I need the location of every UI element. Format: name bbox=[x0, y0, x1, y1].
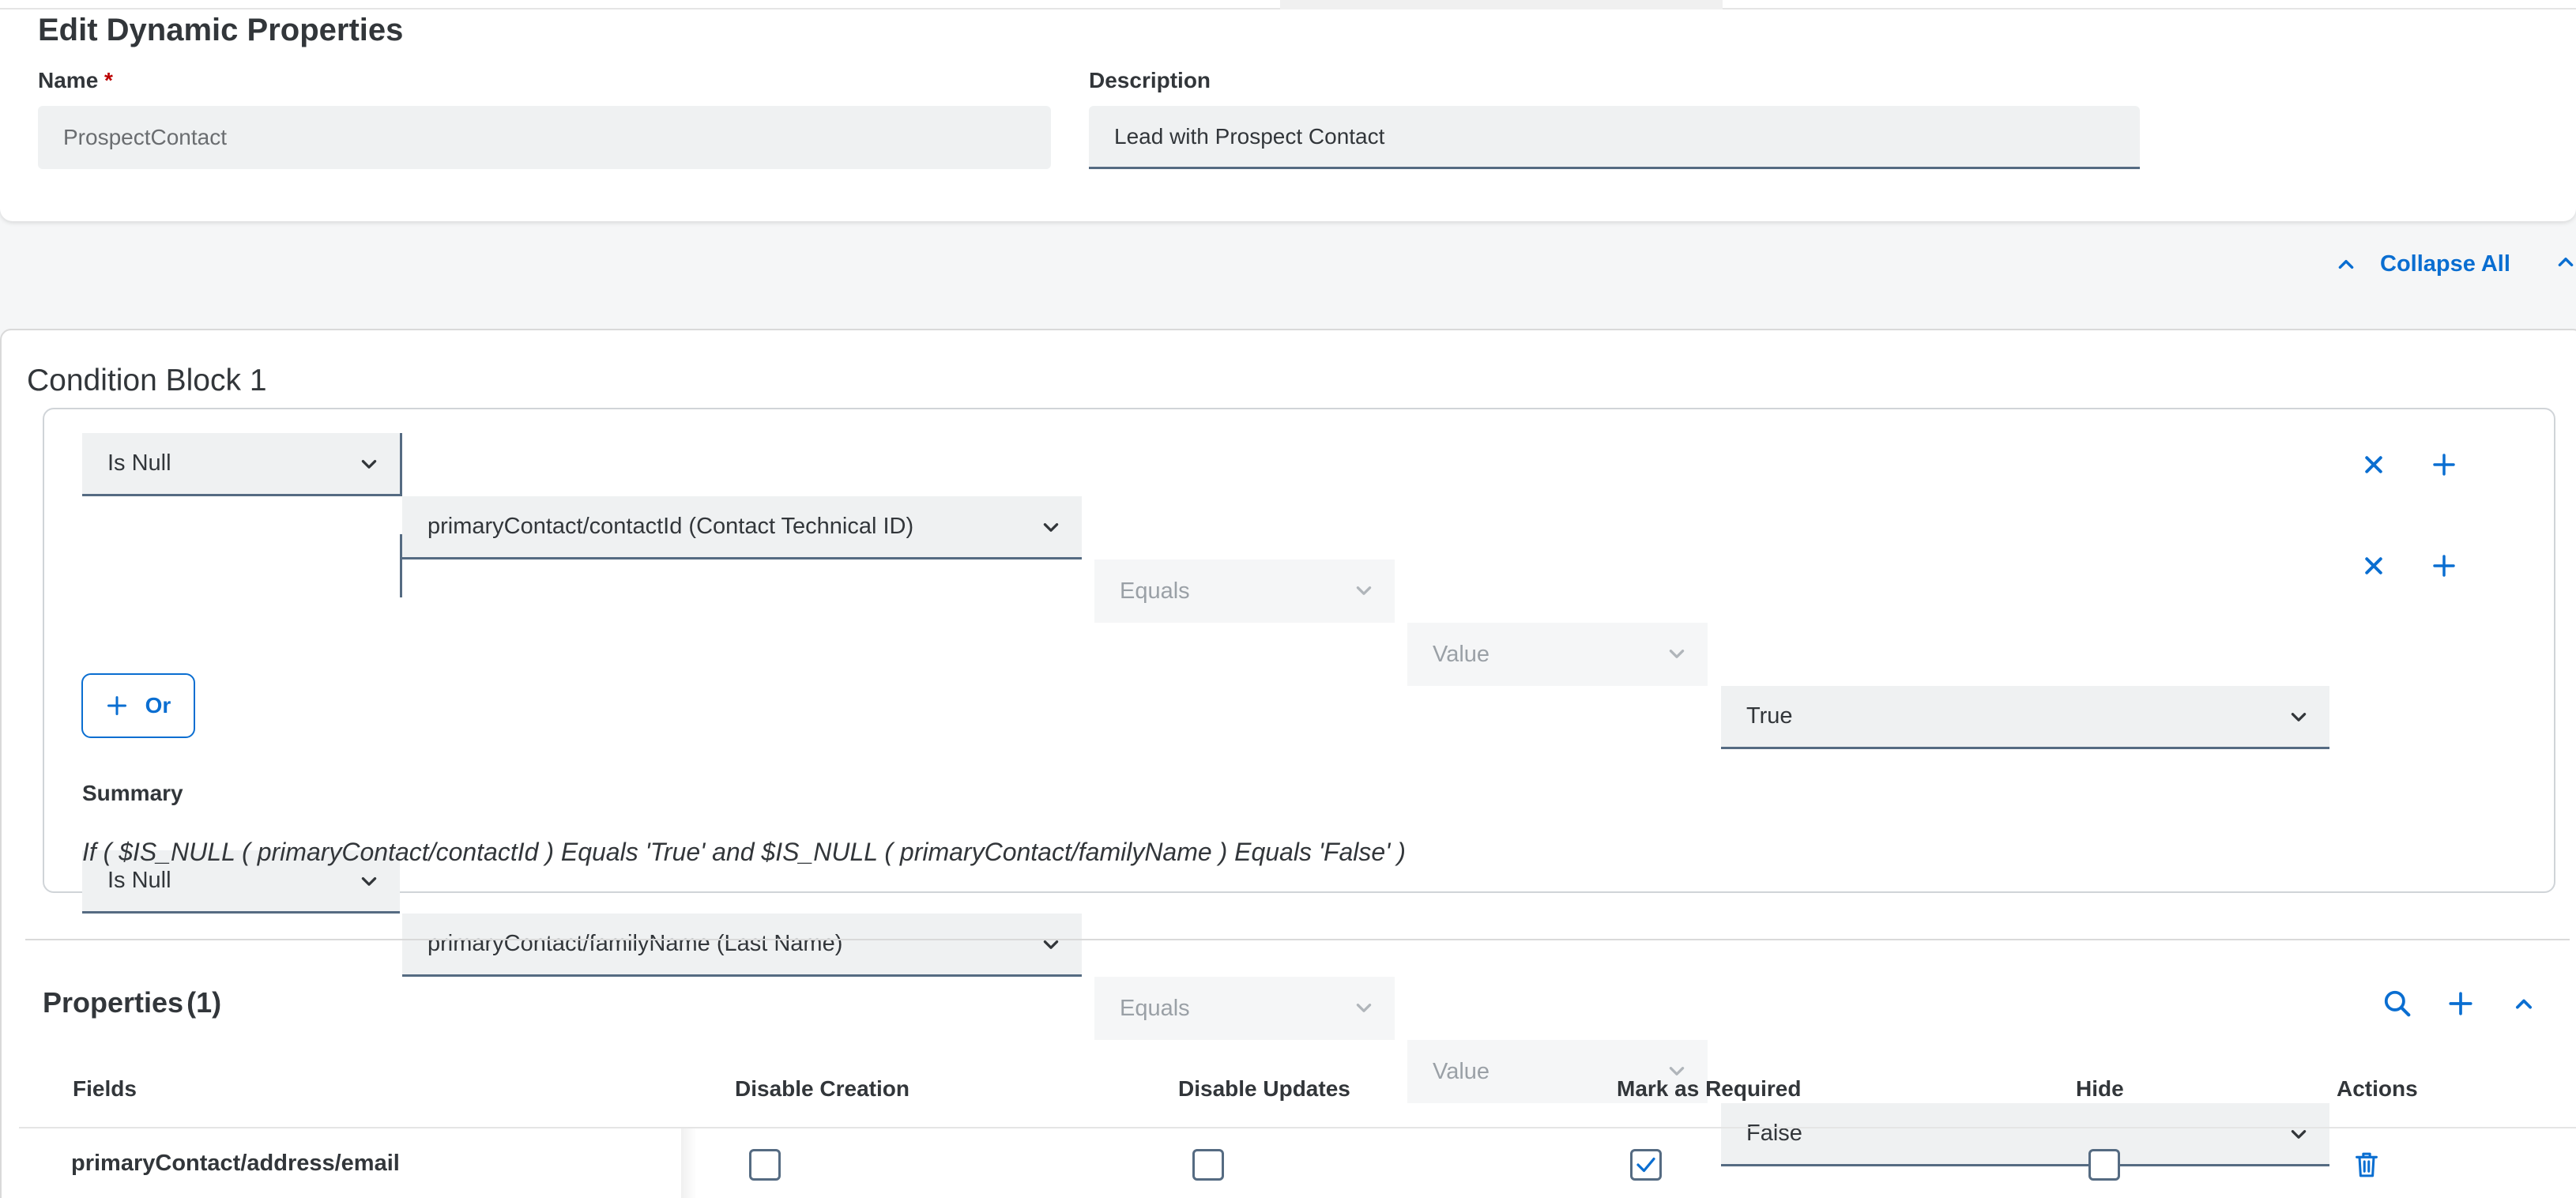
column-header-fields: Fields bbox=[73, 1076, 137, 1101]
name-field[interactable]: ProspectContact bbox=[38, 106, 1051, 169]
add-condition-button[interactable] bbox=[2425, 547, 2463, 585]
collapse-all-label: Collapse All bbox=[2380, 251, 2510, 277]
operator-select: Equals bbox=[1094, 559, 1395, 623]
chevron-down-icon bbox=[1356, 586, 1372, 595]
trash-icon bbox=[2356, 1152, 2378, 1177]
column-header-disable-creation: Disable Creation bbox=[735, 1076, 910, 1101]
chevron-down-icon bbox=[361, 877, 377, 886]
summary-text: If ( $IS_NULL ( primaryContact/contactId… bbox=[82, 838, 1406, 866]
operator-select-value: Equals bbox=[1120, 995, 1190, 1021]
disable-updates-checkbox[interactable] bbox=[1192, 1149, 1224, 1181]
chevron-up-icon bbox=[2515, 999, 2533, 1009]
section-divider bbox=[25, 939, 2570, 940]
add-or-button[interactable]: Or bbox=[81, 673, 195, 738]
plus-icon bbox=[2449, 992, 2472, 1015]
or-button-label: Or bbox=[145, 693, 171, 718]
plus-icon bbox=[2433, 555, 2455, 577]
chevron-down-icon bbox=[2291, 713, 2307, 721]
chevron-down-icon bbox=[1043, 940, 1059, 949]
field-select-value: primaryContact/familyName (Last Name) bbox=[427, 931, 843, 956]
condition-block bbox=[43, 408, 2555, 893]
condition-block-title: Condition Block 1 bbox=[27, 364, 267, 397]
select-divider bbox=[400, 433, 402, 496]
select-divider bbox=[400, 534, 402, 597]
column-header-hide: Hide bbox=[2076, 1076, 2124, 1101]
value-type-select-value: Value bbox=[1433, 1058, 1490, 1084]
mark-as-required-checkbox[interactable] bbox=[1630, 1149, 1662, 1181]
collapse-properties-button[interactable] bbox=[2505, 985, 2543, 1023]
table-row-field: primaryContact/address/email bbox=[71, 1151, 400, 1176]
add-property-button[interactable] bbox=[2442, 985, 2480, 1023]
operator-select-value: Equals bbox=[1120, 578, 1190, 604]
chevron-up-icon[interactable] bbox=[2555, 251, 2576, 272]
chevron-down-icon bbox=[361, 460, 377, 469]
chevron-down-icon bbox=[1043, 523, 1059, 532]
add-condition-button[interactable] bbox=[2425, 446, 2463, 484]
properties-title: Properties (1) bbox=[43, 986, 221, 1019]
function-select-value: Is Null bbox=[107, 450, 171, 476]
field-select[interactable]: primaryContact/familyName (Last Name) bbox=[402, 914, 1082, 977]
properties-title-text: Properties bbox=[43, 986, 184, 1019]
value-type-select: Value bbox=[1407, 623, 1708, 686]
search-properties-button[interactable] bbox=[2378, 985, 2416, 1023]
description-field[interactable]: Lead with Prospect Contact bbox=[1089, 106, 2140, 169]
name-label-text: Name bbox=[38, 68, 99, 92]
function-select-value: Is Null bbox=[107, 868, 171, 893]
field-select-value: primaryContact/contactId (Contact Techni… bbox=[427, 514, 914, 539]
properties-count: (1) bbox=[186, 986, 222, 1019]
chevron-down-icon bbox=[1356, 1004, 1372, 1012]
chevron-down-icon bbox=[1669, 650, 1685, 658]
search-icon bbox=[2384, 990, 2411, 1017]
remove-condition-button[interactable] bbox=[2355, 446, 2393, 484]
collapse-all-button[interactable]: Collapse All bbox=[2336, 248, 2510, 280]
tab-active[interactable] bbox=[1280, 0, 1723, 9]
page-title: Edit Dynamic Properties bbox=[38, 13, 404, 47]
column-header-disable-updates: Disable Updates bbox=[1178, 1076, 1350, 1101]
disable-creation-checkbox[interactable] bbox=[749, 1149, 781, 1181]
value-type-select-value: Value bbox=[1433, 641, 1490, 667]
chevron-up-icon bbox=[2338, 260, 2354, 269]
remove-condition-button[interactable] bbox=[2355, 547, 2393, 585]
column-header-mark-as-required: Mark as Required bbox=[1617, 1076, 1802, 1101]
plus-icon bbox=[107, 695, 126, 716]
column-header-actions: Actions bbox=[2337, 1076, 2418, 1101]
description-label: Description bbox=[1089, 68, 1211, 92]
field-select[interactable]: primaryContact/contactId (Contact Techni… bbox=[402, 496, 1082, 559]
operator-select: Equals bbox=[1094, 977, 1395, 1040]
close-icon bbox=[2365, 456, 2382, 473]
value-select-value: True bbox=[1746, 703, 1793, 729]
checkmark-icon bbox=[1636, 1157, 1655, 1173]
function-select[interactable]: Is Null bbox=[82, 433, 400, 496]
close-icon bbox=[2365, 557, 2382, 575]
summary-label: Summary bbox=[82, 781, 183, 805]
table-row-scroll-shadow bbox=[681, 1128, 2285, 1198]
value-select[interactable]: True bbox=[1721, 686, 2329, 749]
delete-row-button[interactable] bbox=[2348, 1146, 2386, 1184]
hide-checkbox[interactable] bbox=[2088, 1149, 2120, 1181]
plus-icon bbox=[2433, 454, 2455, 476]
required-mark: * bbox=[104, 68, 113, 92]
name-label: Name * bbox=[38, 68, 113, 93]
